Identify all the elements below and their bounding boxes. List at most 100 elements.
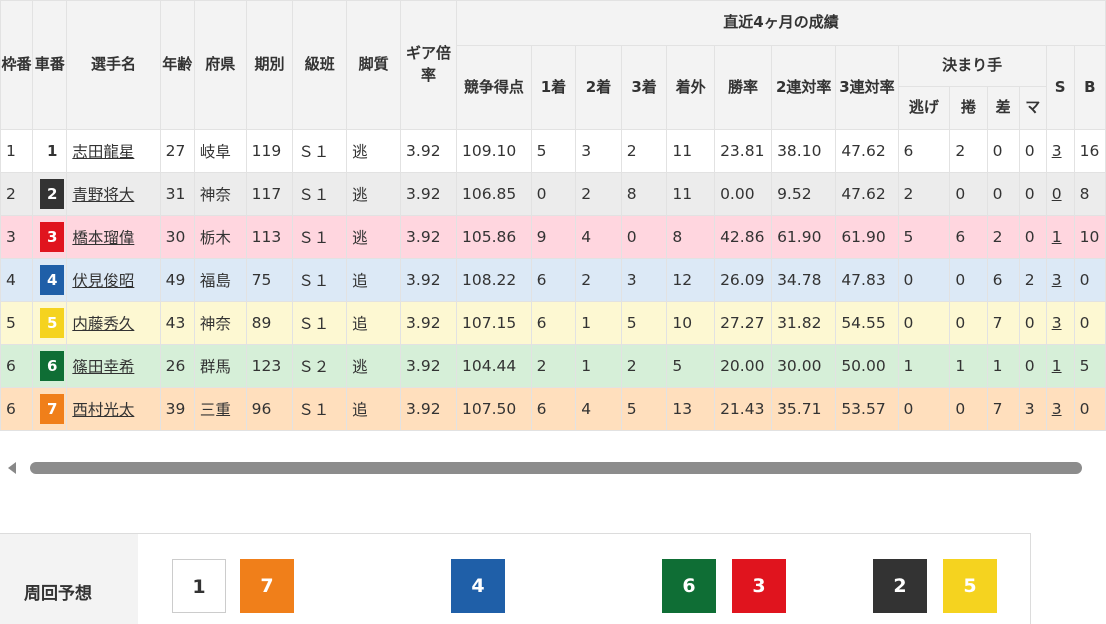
waku-cell: 6	[0, 387, 34, 431]
s-cell[interactable]: 1	[1045, 215, 1075, 259]
ma-cell: 3	[1018, 387, 1047, 431]
s-cell[interactable]: 0	[1045, 172, 1075, 216]
player-name-link[interactable]: 伏見俊昭	[72, 272, 134, 290]
s-count-link[interactable]: 1	[1052, 228, 1062, 246]
rate3-cell: 47.83	[835, 258, 899, 302]
header-first: 1着	[530, 45, 577, 130]
nige-cell: 2	[897, 172, 951, 216]
age-cell: 39	[159, 387, 195, 431]
forecast-car-box: 6	[662, 559, 716, 613]
scroll-left-arrow-icon[interactable]	[8, 462, 16, 474]
forecast-car-box: 5	[943, 559, 997, 613]
s-count-link[interactable]: 3	[1052, 314, 1062, 332]
player-name-link[interactable]: 橋本瑠偉	[72, 229, 134, 247]
first-cell: 2	[530, 344, 577, 388]
car-number-cell: 5	[32, 301, 68, 345]
s-count-link[interactable]: 3	[1052, 271, 1062, 289]
horizontal-scrollbar[interactable]	[0, 456, 1106, 480]
s-cell[interactable]: 3	[1045, 129, 1075, 173]
player-name-link[interactable]: 西村光太	[72, 401, 134, 419]
second-cell: 3	[575, 129, 622, 173]
class-cell: Ｓ１	[292, 387, 348, 431]
header-age: 年齢	[159, 0, 195, 130]
scrollbar-thumb[interactable]	[30, 462, 1082, 474]
age-cell: 31	[159, 172, 195, 216]
s-count-link[interactable]: 3	[1052, 142, 1062, 160]
header-style: 脚質	[346, 0, 402, 130]
ma-cell: 0	[1018, 301, 1047, 345]
age-cell: 43	[159, 301, 195, 345]
sashi-cell: 7	[986, 387, 1020, 431]
win-rate-cell: 27.27	[714, 301, 773, 345]
nige-cell: 1	[897, 344, 951, 388]
score-cell: 104.44	[456, 344, 532, 388]
player-name-cell: 志田龍星	[66, 129, 161, 173]
header-rate2: 2連対率	[771, 45, 837, 130]
table-row: 1 1 志田龍星 27 岐阜 119 Ｓ１ 逃 3.92 109.10 5 3 …	[0, 129, 1106, 173]
score-cell: 107.15	[456, 301, 532, 345]
forecast-car-box: 1	[172, 559, 226, 613]
table-row: 6 6 篠田幸希 26 群馬 123 Ｓ２ 逃 3.92 104.44 2 1 …	[0, 344, 1106, 388]
third-cell: 8	[620, 172, 668, 216]
waku-cell: 2	[0, 172, 34, 216]
forecast-car-box: 7	[240, 559, 294, 613]
s-count-link[interactable]: 1	[1052, 357, 1062, 375]
table-row: 6 7 西村光太 39 三重 96 Ｓ１ 追 3.92 107.50 6 4 5…	[0, 387, 1106, 431]
b-cell: 8	[1073, 172, 1106, 216]
score-cell: 106.85	[456, 172, 532, 216]
waku-cell: 4	[0, 258, 34, 302]
b-cell: 16	[1073, 129, 1106, 173]
header-second: 2着	[575, 45, 622, 130]
second-cell: 4	[575, 215, 622, 259]
s-count-link[interactable]: 3	[1052, 400, 1062, 418]
s-count-link[interactable]: 0	[1052, 185, 1062, 203]
car-number-cell: 4	[32, 258, 68, 302]
class-cell: Ｓ１	[292, 258, 348, 302]
term-cell: 123	[245, 344, 294, 388]
rate2-cell: 34.78	[771, 258, 837, 302]
car-number-cell: 1	[32, 129, 68, 173]
term-cell: 96	[245, 387, 294, 431]
term-cell: 119	[245, 129, 294, 173]
ma-cell: 0	[1018, 129, 1047, 173]
class-cell: Ｓ１	[292, 172, 348, 216]
sashi-cell: 6	[986, 258, 1020, 302]
score-cell: 105.86	[456, 215, 532, 259]
win-rate-cell: 0.00	[714, 172, 773, 216]
player-name-cell: 西村光太	[66, 387, 161, 431]
first-cell: 0	[530, 172, 577, 216]
makuri-cell: 0	[949, 387, 988, 431]
score-cell: 107.50	[456, 387, 532, 431]
player-name-cell: 内藤秀久	[66, 301, 161, 345]
second-cell: 1	[575, 344, 622, 388]
player-name-link[interactable]: 青野将大	[72, 186, 134, 204]
prefecture-cell: 岐阜	[193, 129, 247, 173]
header-win-rate: 勝率	[714, 45, 773, 130]
forecast-car-box: 2	[873, 559, 927, 613]
car-number-cell: 3	[32, 215, 68, 259]
player-name-link[interactable]: 篠田幸希	[72, 358, 134, 376]
player-name-link[interactable]: 内藤秀久	[72, 315, 134, 333]
ma-cell: 2	[1018, 258, 1047, 302]
rate3-cell: 54.55	[835, 301, 899, 345]
rate3-cell: 47.62	[835, 129, 899, 173]
s-cell[interactable]: 3	[1045, 387, 1075, 431]
s-cell[interactable]: 3	[1045, 301, 1075, 345]
header-makuri: 捲	[949, 86, 988, 130]
player-name-link[interactable]: 志田龍星	[72, 143, 134, 161]
player-name-cell: 青野将大	[66, 172, 161, 216]
s-cell[interactable]: 1	[1045, 344, 1075, 388]
class-cell: Ｓ１	[292, 215, 348, 259]
entry-table-container[interactable]: 枠番 車番 選手名 年齢 府県 期別 級班 脚質 ギア倍率 直近4ヶ月の成績 競…	[0, 0, 1106, 432]
sashi-cell: 0	[986, 172, 1020, 216]
rate2-cell: 31.82	[771, 301, 837, 345]
waku-cell: 3	[0, 215, 34, 259]
lap-forecast-label: 周回予想	[24, 584, 92, 604]
second-cell: 2	[575, 172, 622, 216]
ma-cell: 0	[1018, 344, 1047, 388]
style-cell: 追	[346, 387, 402, 431]
s-cell[interactable]: 3	[1045, 258, 1075, 302]
header-waku: 枠番	[0, 0, 34, 130]
rate3-cell: 50.00	[835, 344, 899, 388]
header-car-number: 車番	[32, 0, 68, 130]
